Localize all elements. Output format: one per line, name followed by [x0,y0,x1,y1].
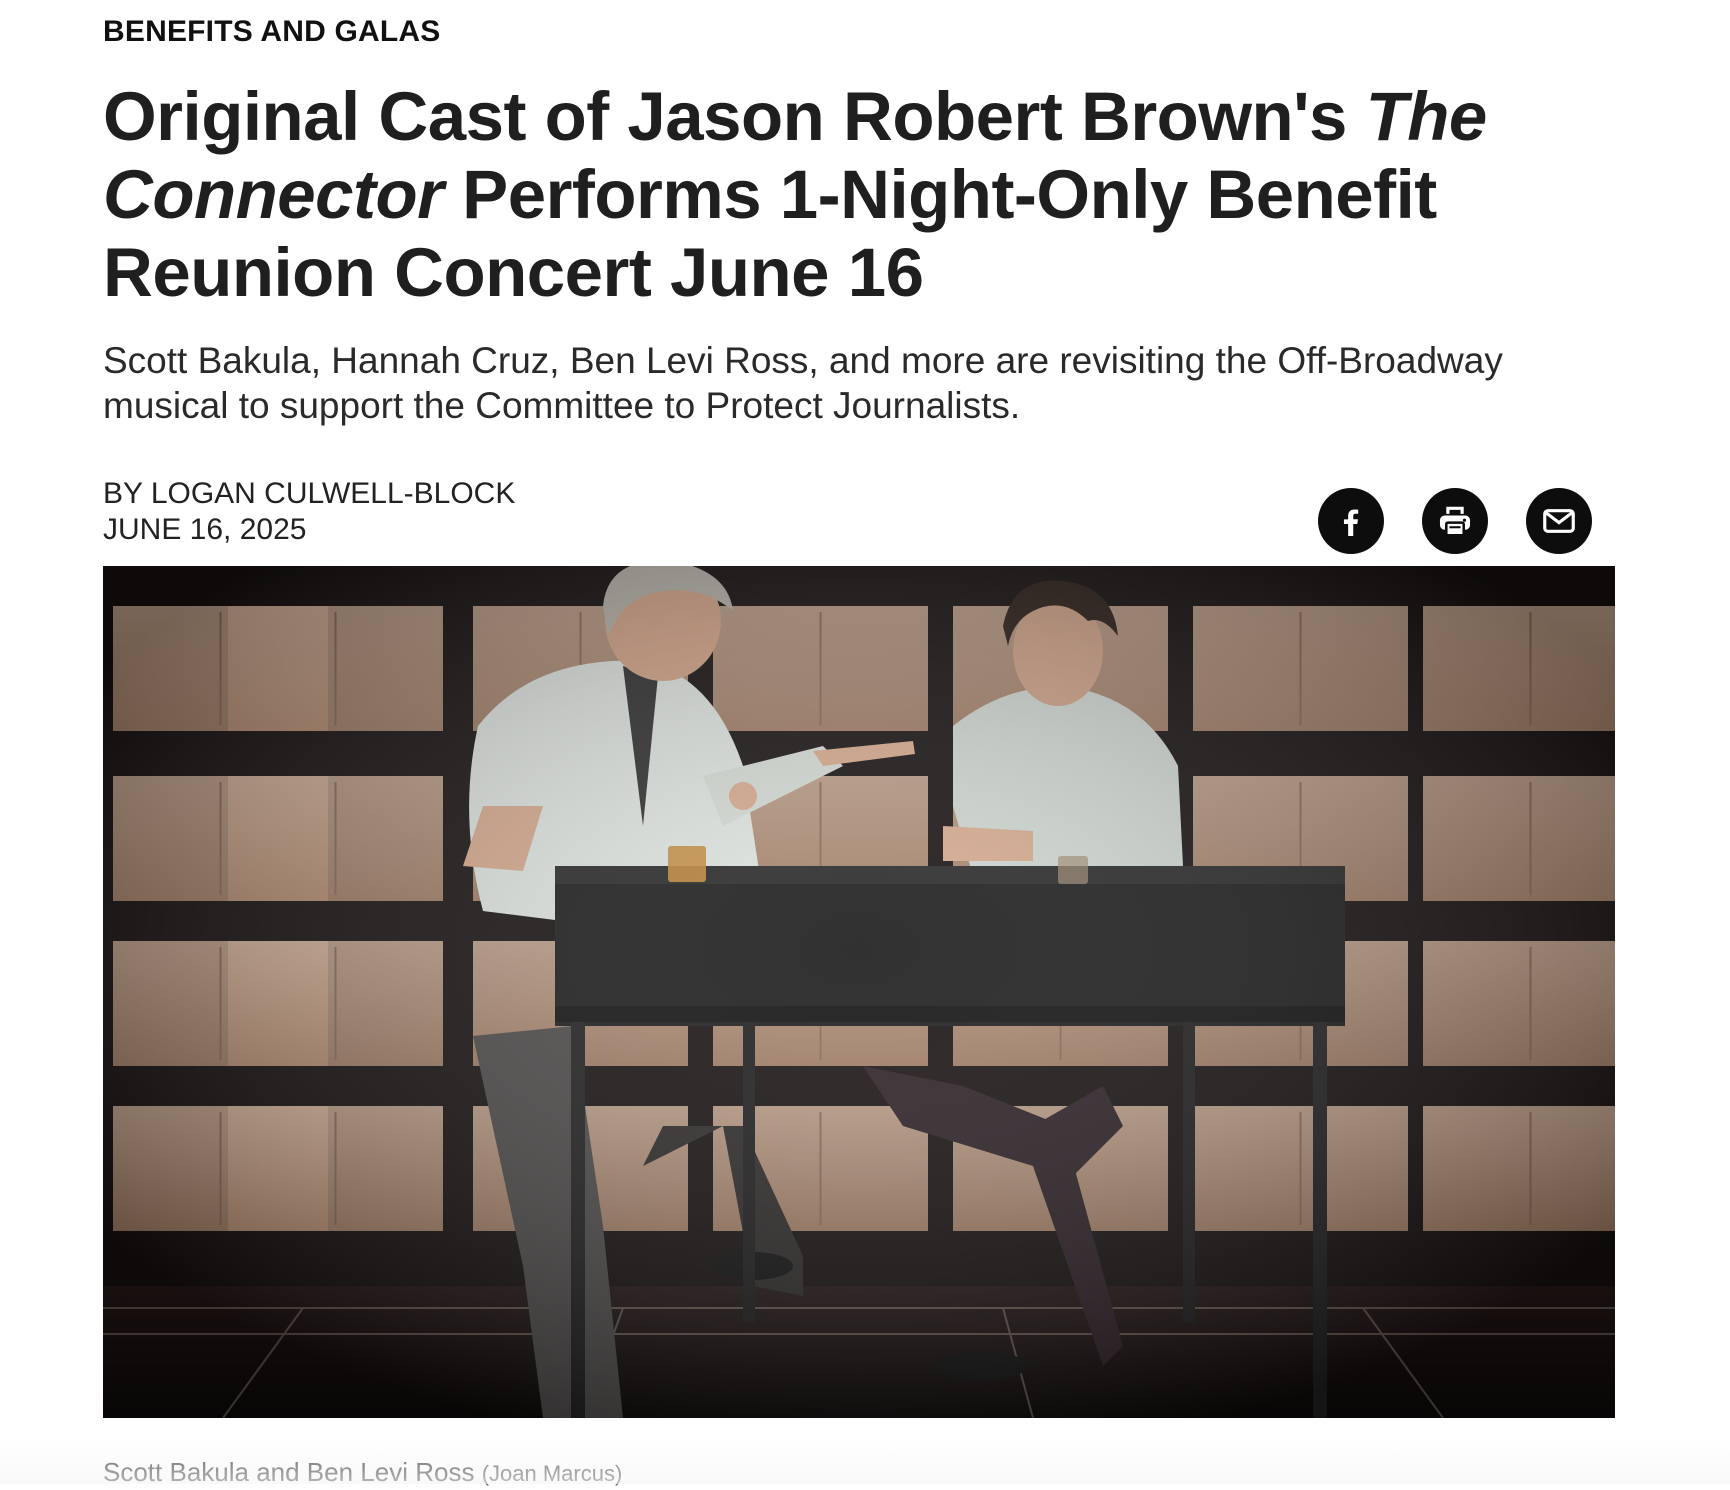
byline-block: BY LOGAN CULWELL-BLOCK JUNE 16, 2025 [103,476,515,548]
facebook-share-button[interactable] [1318,488,1384,554]
byline[interactable]: BY LOGAN CULWELL-BLOCK [103,476,515,512]
headline-text: Original Cast of Jason Robert Brown's [103,78,1366,155]
article-headline: Original Cast of Jason Robert Brown's Th… [103,78,1583,312]
article-header: BENEFITS AND GALAS Original Cast of Jaso… [103,0,1615,576]
photo-caption: Scott Bakula and Ben Levi Ross (Joan Mar… [103,1456,622,1490]
article-dek: Scott Bakula, Hannah Cruz, Ben Levi Ross… [103,340,1503,426]
share-buttons [1318,488,1592,554]
category-label[interactable]: BENEFITS AND GALAS [103,14,1615,50]
article-photo[interactable] [103,566,1615,1418]
facebook-icon [1343,509,1359,536]
print-button[interactable] [1422,488,1488,554]
email-share-button[interactable] [1526,488,1592,554]
caption-text: Scott Bakula and Ben Levi Ross [103,1457,475,1487]
print-icon [1439,506,1471,537]
publish-date: JUNE 16, 2025 [103,513,307,546]
stage-photo-illustration [103,566,1615,1418]
article-meta: BY LOGAN CULWELL-BLOCK JUNE 16, 2025 [103,466,1615,576]
email-icon [1543,509,1575,533]
photo-credit: (Joan Marcus) [481,1461,623,1486]
